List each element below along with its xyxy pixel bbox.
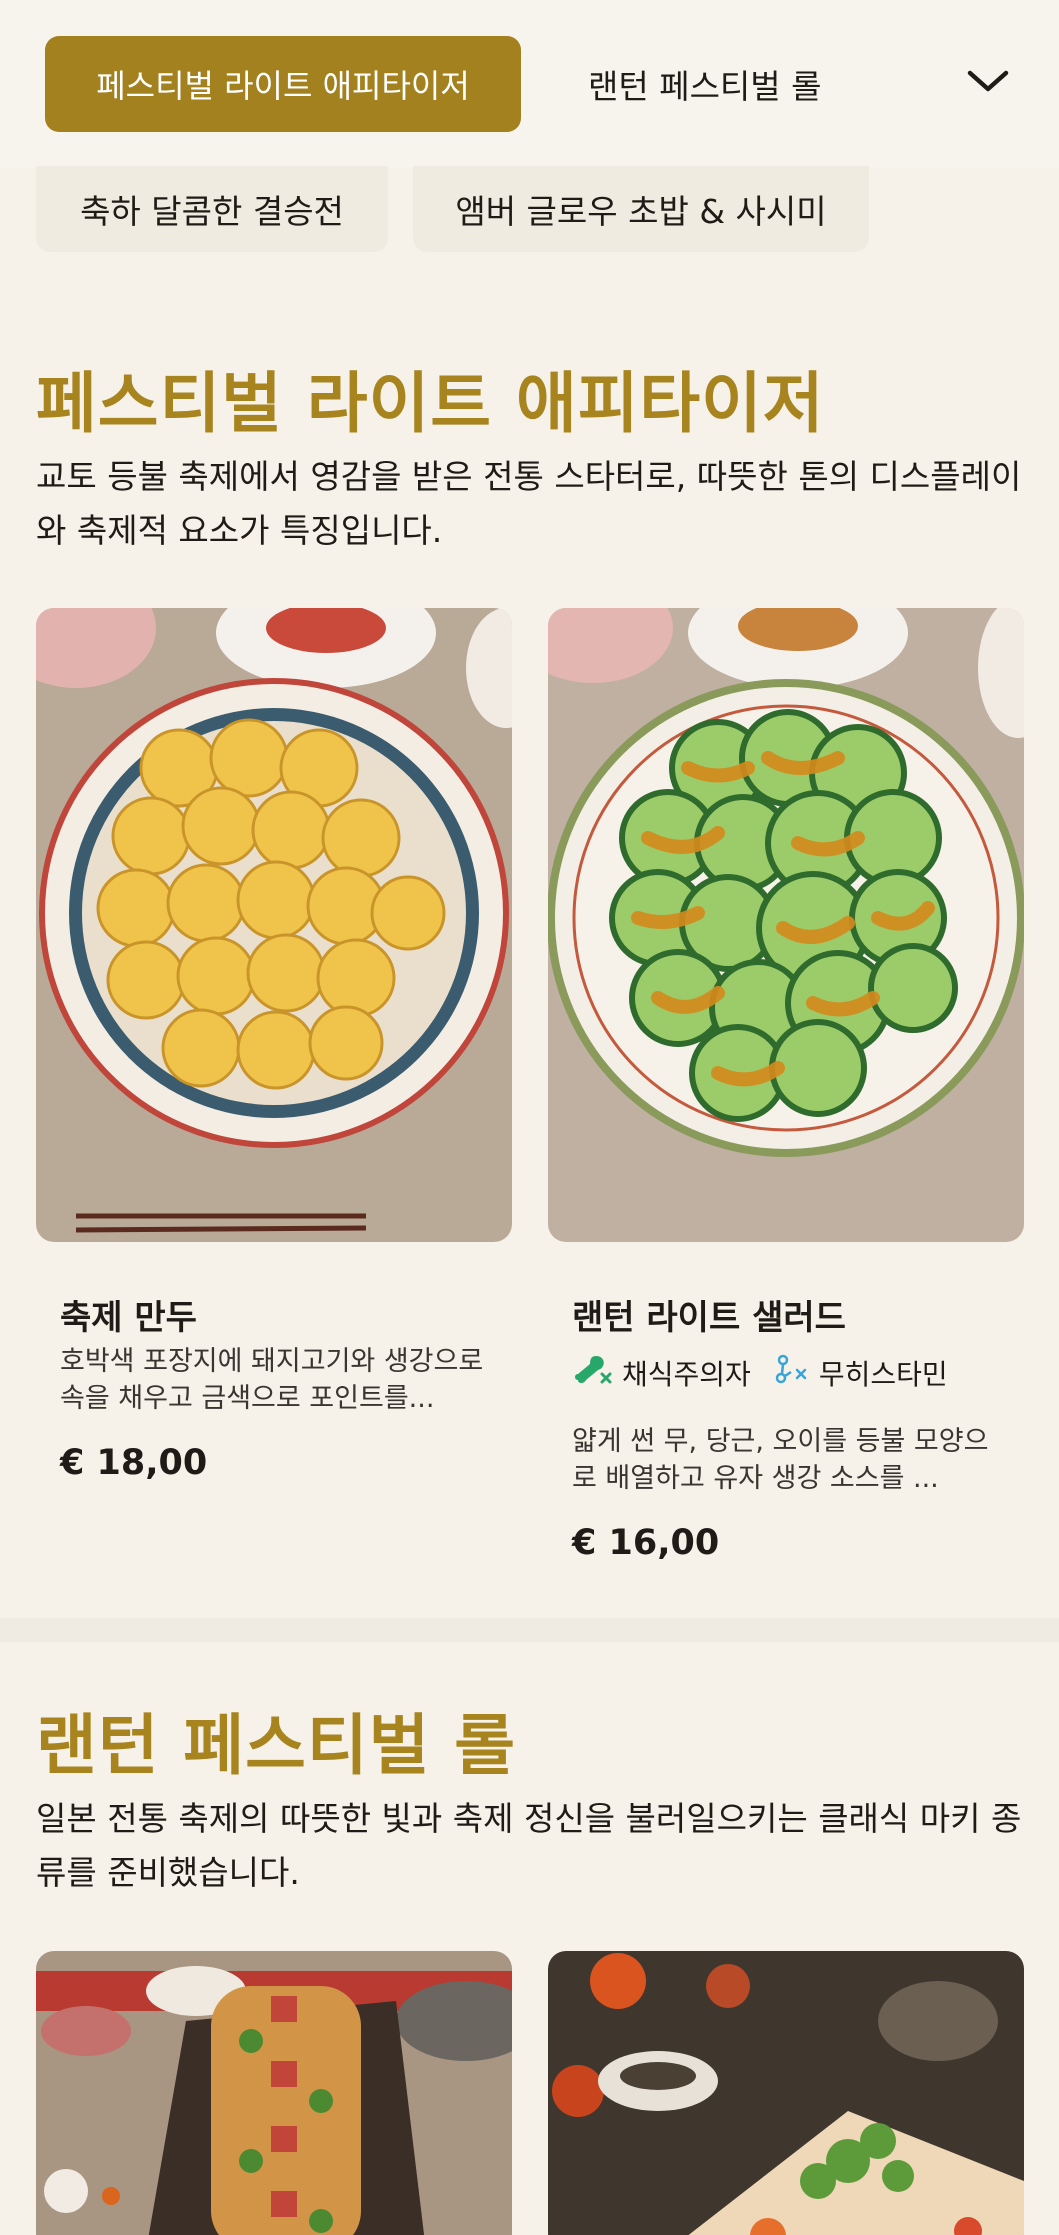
dumplings-image[interactable] [36,608,512,1242]
item-price-dumplings: € 18,00 [60,1443,208,1483]
leg-icon [572,1352,622,1393]
tag-label: 무히스타민 [818,1357,948,1391]
section-description: 일본 전통 축제의 따뜻한 빛과 축제 정신을 불러일으키는 클래식 마키 종류… [36,1799,1022,1892]
category-chip-sushi[interactable]: 앰버 글로우 초밥 & 사시미 [413,166,869,252]
item-price-salad: € 16,00 [572,1523,720,1563]
item-name-salad[interactable]: 랜턴 라이트 샐러드 [572,1290,846,1339]
category-tab-active[interactable]: 페스티벌 라이트 애피타이저 [45,36,521,132]
chevron-down-icon[interactable] [958,56,1018,106]
salad-image[interactable] [548,608,1024,1242]
section-divider [0,1618,1059,1642]
dietary-tags: 채식주의자 무히스타민 [572,1352,970,1393]
section-title: 페스티벌 라이트 애피타이저 [36,364,825,442]
roll-image[interactable] [36,1951,512,2235]
tag-histamine-free: 무히스타민 [773,1352,948,1393]
roll-image-2[interactable] [548,1951,1024,2235]
item-description-dumplings: 호박색 포장지에 돼지고기와 생강으로 속을 채우고 금색으로 포인트를... [60,1346,484,1414]
menu-page: 페스티벌 라이트 애피타이저 랜턴 페스티벌 롤 축하 달콤한 결승전 앰버 글… [0,0,1059,2235]
molecule-icon [773,1352,819,1393]
tag-label: 채식주의자 [622,1357,751,1391]
section-description: 교토 등불 축제에서 영감을 받은 전통 스타터로, 따뜻한 톤의 디스플레이와… [36,457,1022,550]
item-name-dumplings[interactable]: 축제 만두 [60,1290,197,1339]
tag-vegetarian: 채식주의자 [572,1352,751,1393]
section-title: 랜턴 페스티벌 롤 [36,1706,516,1784]
category-tab-lantern-rolls[interactable]: 랜턴 페스티벌 롤 [588,36,822,132]
category-chip-desserts[interactable]: 축하 달콤한 결승전 [36,166,388,252]
item-description-salad: 얇게 썬 무, 당근, 오이를 등불 모양으로 배열하고 유자 생강 소스를 .… [572,1426,989,1494]
category-nav: 페스티벌 라이트 애피타이저 랜턴 페스티벌 롤 [0,0,1059,168]
